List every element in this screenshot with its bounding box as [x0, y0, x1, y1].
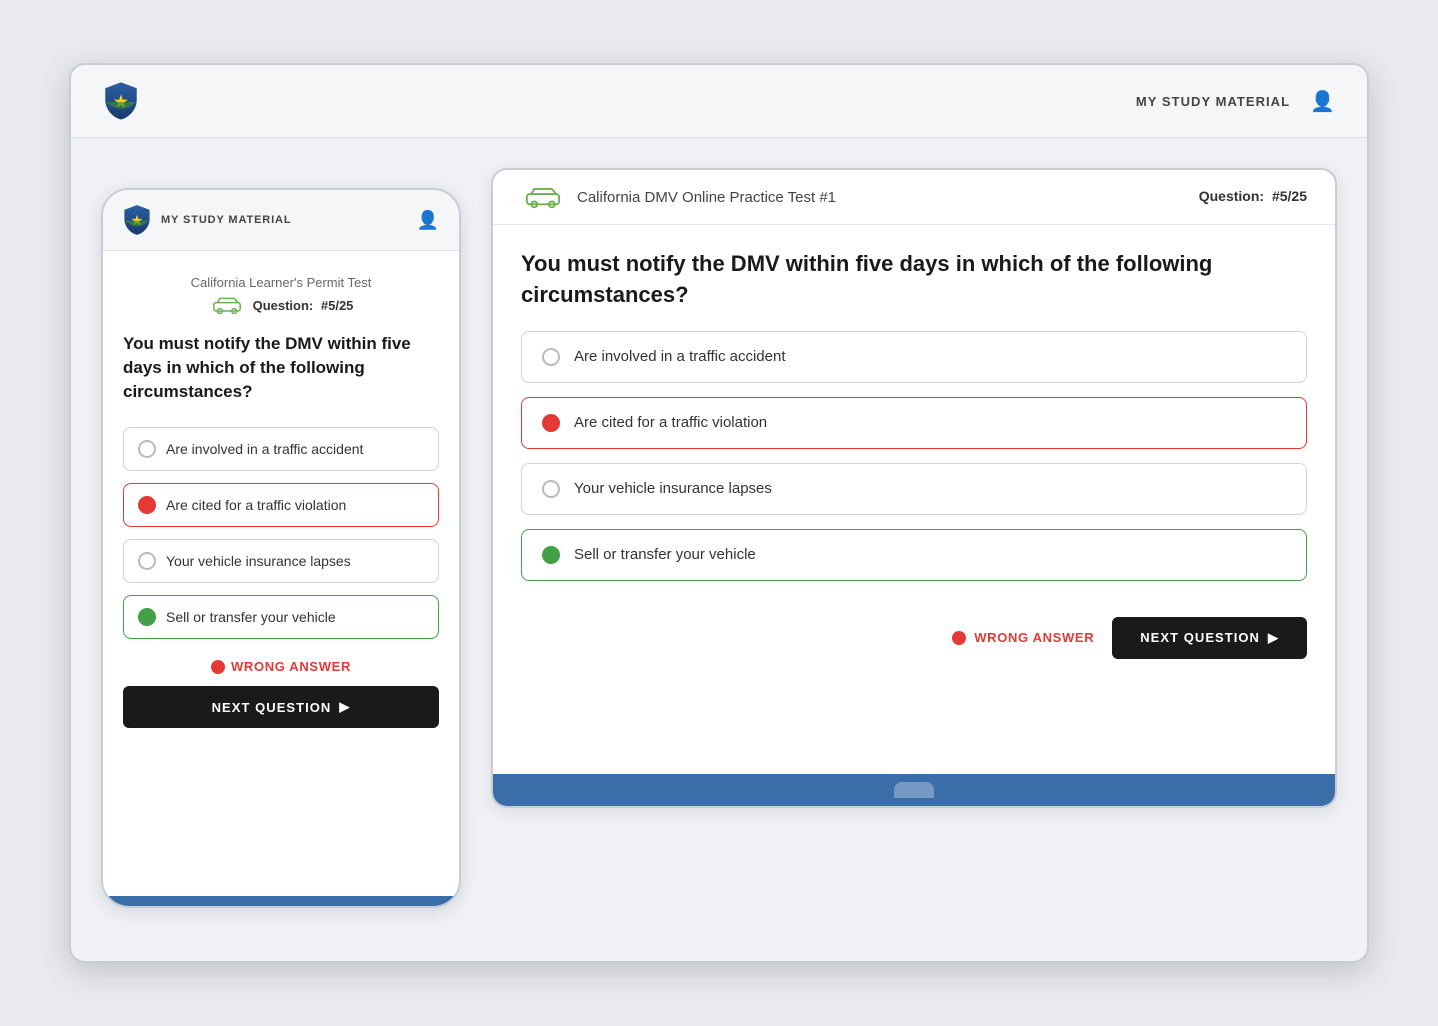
outer-device: MY STUDY MATERIAL 👤	[69, 63, 1369, 963]
car-icon	[209, 296, 245, 314]
mobile-next-button[interactable]: NEXT QUESTION ▶	[123, 686, 439, 728]
desktop-blue-bar	[493, 774, 1335, 806]
desktop-answer-1[interactable]: Are involved in a traffic accident	[521, 331, 1307, 383]
logo-shield-icon	[103, 81, 139, 121]
mobile-test-label: California Learner's Permit Test	[123, 275, 439, 290]
mobile-answer-4[interactable]: Sell or transfer your vehicle	[123, 595, 439, 639]
desktop-question-counter: Question: #5/25	[1199, 188, 1307, 206]
mobile-user-icon: 👤	[417, 210, 439, 231]
mobile-answer-3[interactable]: Your vehicle insurance lapses	[123, 539, 439, 583]
top-nav-label: MY STUDY MATERIAL	[1136, 94, 1290, 109]
top-nav: MY STUDY MATERIAL 👤	[1136, 89, 1335, 114]
desktop-panel: California DMV Online Practice Test #1 Q…	[491, 168, 1337, 808]
mobile-blue-bar	[103, 896, 459, 906]
desktop-answer-1-text: Are involved in a traffic accident	[574, 348, 786, 365]
desktop-test-title: California DMV Online Practice Test #1	[577, 189, 836, 206]
desktop-bottom-actions: WRONG ANSWER NEXT QUESTION ▶	[493, 601, 1335, 683]
mobile-answer-2[interactable]: Are cited for a traffic violation	[123, 483, 439, 527]
mobile-wrong-answer-label: WRONG ANSWER	[211, 659, 351, 674]
desktop-answer-2-text: Are cited for a traffic violation	[574, 414, 767, 431]
desktop-answer-4-dot	[542, 546, 560, 564]
desktop-car-icon	[521, 186, 565, 208]
mobile-answer-3-text: Your vehicle insurance lapses	[166, 553, 351, 569]
mobile-answer-1-text: Are involved in a traffic accident	[166, 441, 363, 457]
desktop-wrong-answer-text: WRONG ANSWER	[974, 630, 1094, 645]
mobile-logo-shield-icon	[123, 204, 151, 236]
mobile-next-arrow-icon: ▶	[339, 699, 350, 715]
mobile-question-num: #5/25	[321, 298, 354, 313]
desktop-question-counter-text: Question: #5/25	[1199, 188, 1307, 204]
mobile-logo-area: MY STUDY MATERIAL	[123, 204, 291, 236]
desktop-next-button[interactable]: NEXT QUESTION ▶	[1112, 617, 1307, 659]
main-content: MY STUDY MATERIAL 👤 California Learner's…	[71, 138, 1367, 908]
mobile-title: MY STUDY MATERIAL	[161, 214, 291, 226]
mobile-answer-1[interactable]: Are involved in a traffic accident	[123, 427, 439, 471]
user-icon-top: 👤	[1310, 89, 1335, 114]
desktop-header: California DMV Online Practice Test #1 Q…	[493, 170, 1335, 225]
desktop-answer-3[interactable]: Your vehicle insurance lapses	[521, 463, 1307, 515]
mobile-answer-4-dot	[138, 608, 156, 626]
mobile-answer-2-text: Are cited for a traffic violation	[166, 497, 346, 513]
mobile-question-prefix: Question: #5/25	[253, 298, 354, 313]
mobile-bottom-actions: WRONG ANSWER NEXT QUESTION ▶	[123, 659, 439, 728]
desktop-bar-handle	[894, 782, 934, 798]
desktop-answer-3-text: Your vehicle insurance lapses	[574, 480, 772, 497]
mobile-next-button-label: NEXT QUESTION	[212, 700, 332, 715]
desktop-wrong-answer-label: WRONG ANSWER	[952, 630, 1094, 645]
top-bar: MY STUDY MATERIAL 👤	[71, 65, 1367, 138]
desktop-answer-2[interactable]: Are cited for a traffic violation	[521, 397, 1307, 449]
desktop-question-text: You must notify the DMV within five days…	[493, 225, 1335, 331]
mobile-question-meta: Question: #5/25	[123, 296, 439, 314]
mobile-question-prefix-text: Question:	[253, 298, 314, 313]
desktop-answer-3-dot	[542, 480, 560, 498]
mobile-answer-3-dot	[138, 552, 156, 570]
desktop-next-arrow-icon: ▶	[1268, 630, 1279, 646]
desktop-answers: Are involved in a traffic accident Are c…	[493, 331, 1335, 601]
desktop-next-button-label: NEXT QUESTION	[1140, 630, 1260, 645]
desktop-answer-4[interactable]: Sell or transfer your vehicle	[521, 529, 1307, 581]
desktop-wrong-dot	[952, 631, 966, 645]
mobile-wrong-answer-text: WRONG ANSWER	[231, 659, 351, 674]
mobile-question-text: You must notify the DMV within five days…	[123, 332, 439, 403]
desktop-answer-2-dot	[542, 414, 560, 432]
desktop-answer-4-text: Sell or transfer your vehicle	[574, 546, 756, 563]
mobile-answer-1-dot	[138, 440, 156, 458]
mobile-top-bar: MY STUDY MATERIAL 👤	[103, 190, 459, 251]
logo-area	[103, 81, 139, 121]
mobile-answer-4-text: Sell or transfer your vehicle	[166, 609, 336, 625]
desktop-header-left: California DMV Online Practice Test #1	[521, 186, 836, 208]
mobile-body: California Learner's Permit Test Questio…	[103, 251, 459, 752]
mobile-wrong-dot	[211, 660, 225, 674]
mobile-answer-2-dot	[138, 496, 156, 514]
mobile-device: MY STUDY MATERIAL 👤 California Learner's…	[101, 188, 461, 908]
desktop-answer-1-dot	[542, 348, 560, 366]
